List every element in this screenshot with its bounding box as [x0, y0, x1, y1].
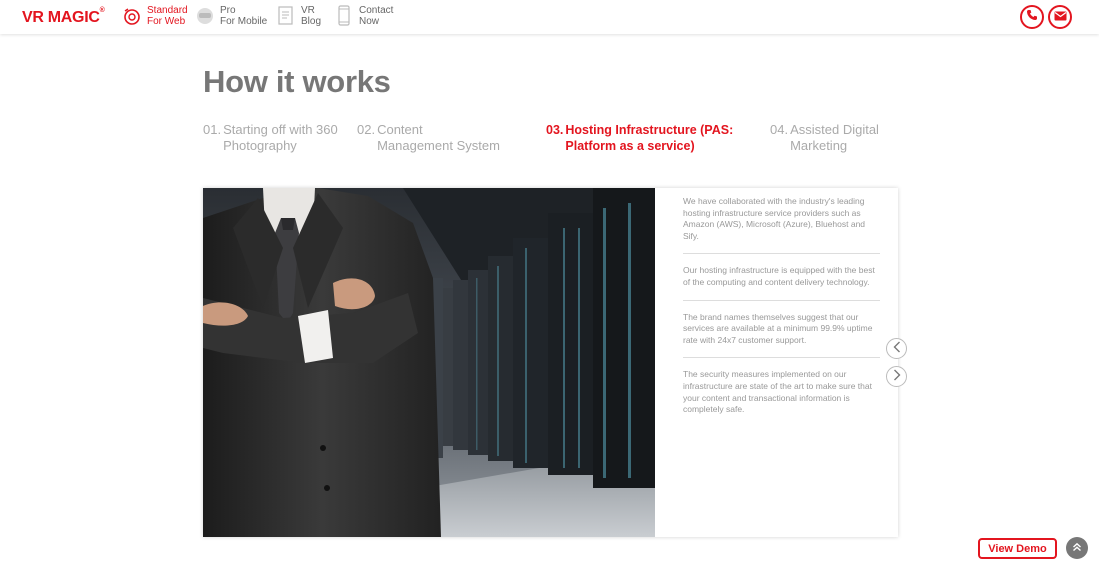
view-demo-label: View Demo — [988, 542, 1047, 555]
view-demo-button[interactable]: View Demo — [978, 538, 1057, 559]
tab-label: Hosting Infrastructure (PAS: Platform as… — [565, 123, 734, 153]
camera-360-icon — [122, 5, 142, 27]
tab-label: Starting off with 360 Photography — [223, 122, 338, 153]
slide-card: We have collaborated with the industry's… — [203, 188, 898, 537]
nav-vr-blog[interactable]: VR Blog — [276, 5, 321, 31]
brand-logo-text: VR MAGIC — [22, 9, 100, 26]
nav-standard-label: Standard For Web — [147, 5, 188, 27]
server-room-photo — [203, 188, 655, 537]
phone-icon — [1026, 8, 1038, 26]
page-title: How it works — [203, 64, 391, 99]
description-column: We have collaborated with the industry's… — [683, 196, 880, 438]
vr-headset-icon — [195, 5, 215, 27]
description-paragraph: The brand names themselves suggest that … — [683, 312, 880, 359]
nav-pro-for-mobile[interactable]: Pro For Mobile — [195, 5, 267, 31]
description-paragraph: The security measures implemented on our… — [683, 369, 872, 415]
mobile-phone-icon — [334, 5, 354, 27]
tab-number: 03. — [546, 123, 564, 137]
nav-pro-label: Pro For Mobile — [220, 5, 268, 27]
tab-content-management[interactable]: 02. Content Management System — [357, 122, 502, 154]
email-icon — [1054, 8, 1067, 26]
chevron-right-icon — [893, 368, 901, 386]
registered-mark: ® — [99, 7, 105, 14]
next-slide-button[interactable] — [886, 366, 907, 387]
description-paragraph: Our hosting infrastructure is equipped w… — [683, 265, 880, 301]
tab-label: Content Management System — [377, 122, 500, 153]
tab-360-photography[interactable]: 01. Starting off with 360 Photography — [203, 122, 338, 154]
prev-slide-button[interactable] — [886, 338, 907, 359]
nav-contact-label: Contact Now — [359, 5, 394, 27]
top-navigation-bar: VR MAGIC® Standard For Web Pro For Mobile … — [0, 0, 1099, 34]
nav-standard-for-web[interactable]: Standard For Web — [122, 5, 188, 31]
chevron-left-icon — [893, 340, 901, 358]
description-paragraph: We have collaborated with the industry's… — [683, 196, 880, 255]
tab-number: 04. — [770, 122, 789, 137]
blog-document-icon — [276, 5, 296, 27]
tab-number: 02. — [357, 122, 376, 137]
scroll-to-top-button[interactable] — [1066, 537, 1088, 559]
tab-label: Assisted Digital Marketing — [790, 122, 879, 153]
double-chevron-up-icon — [1072, 539, 1082, 557]
brand-logo[interactable]: VR MAGIC® — [22, 7, 105, 27]
tab-number: 01. — [203, 122, 222, 137]
email-button[interactable] — [1048, 5, 1072, 29]
tab-hosting-infrastructure[interactable]: 03. Hosting Infrastructure (PAS: Platfor… — [546, 122, 735, 154]
nav-blog-label: VR Blog — [301, 5, 322, 27]
call-button[interactable] — [1020, 5, 1044, 29]
nav-contact-now[interactable]: Contact Now — [334, 5, 393, 31]
tab-digital-marketing[interactable]: 04. Assisted Digital Marketing — [770, 122, 890, 154]
